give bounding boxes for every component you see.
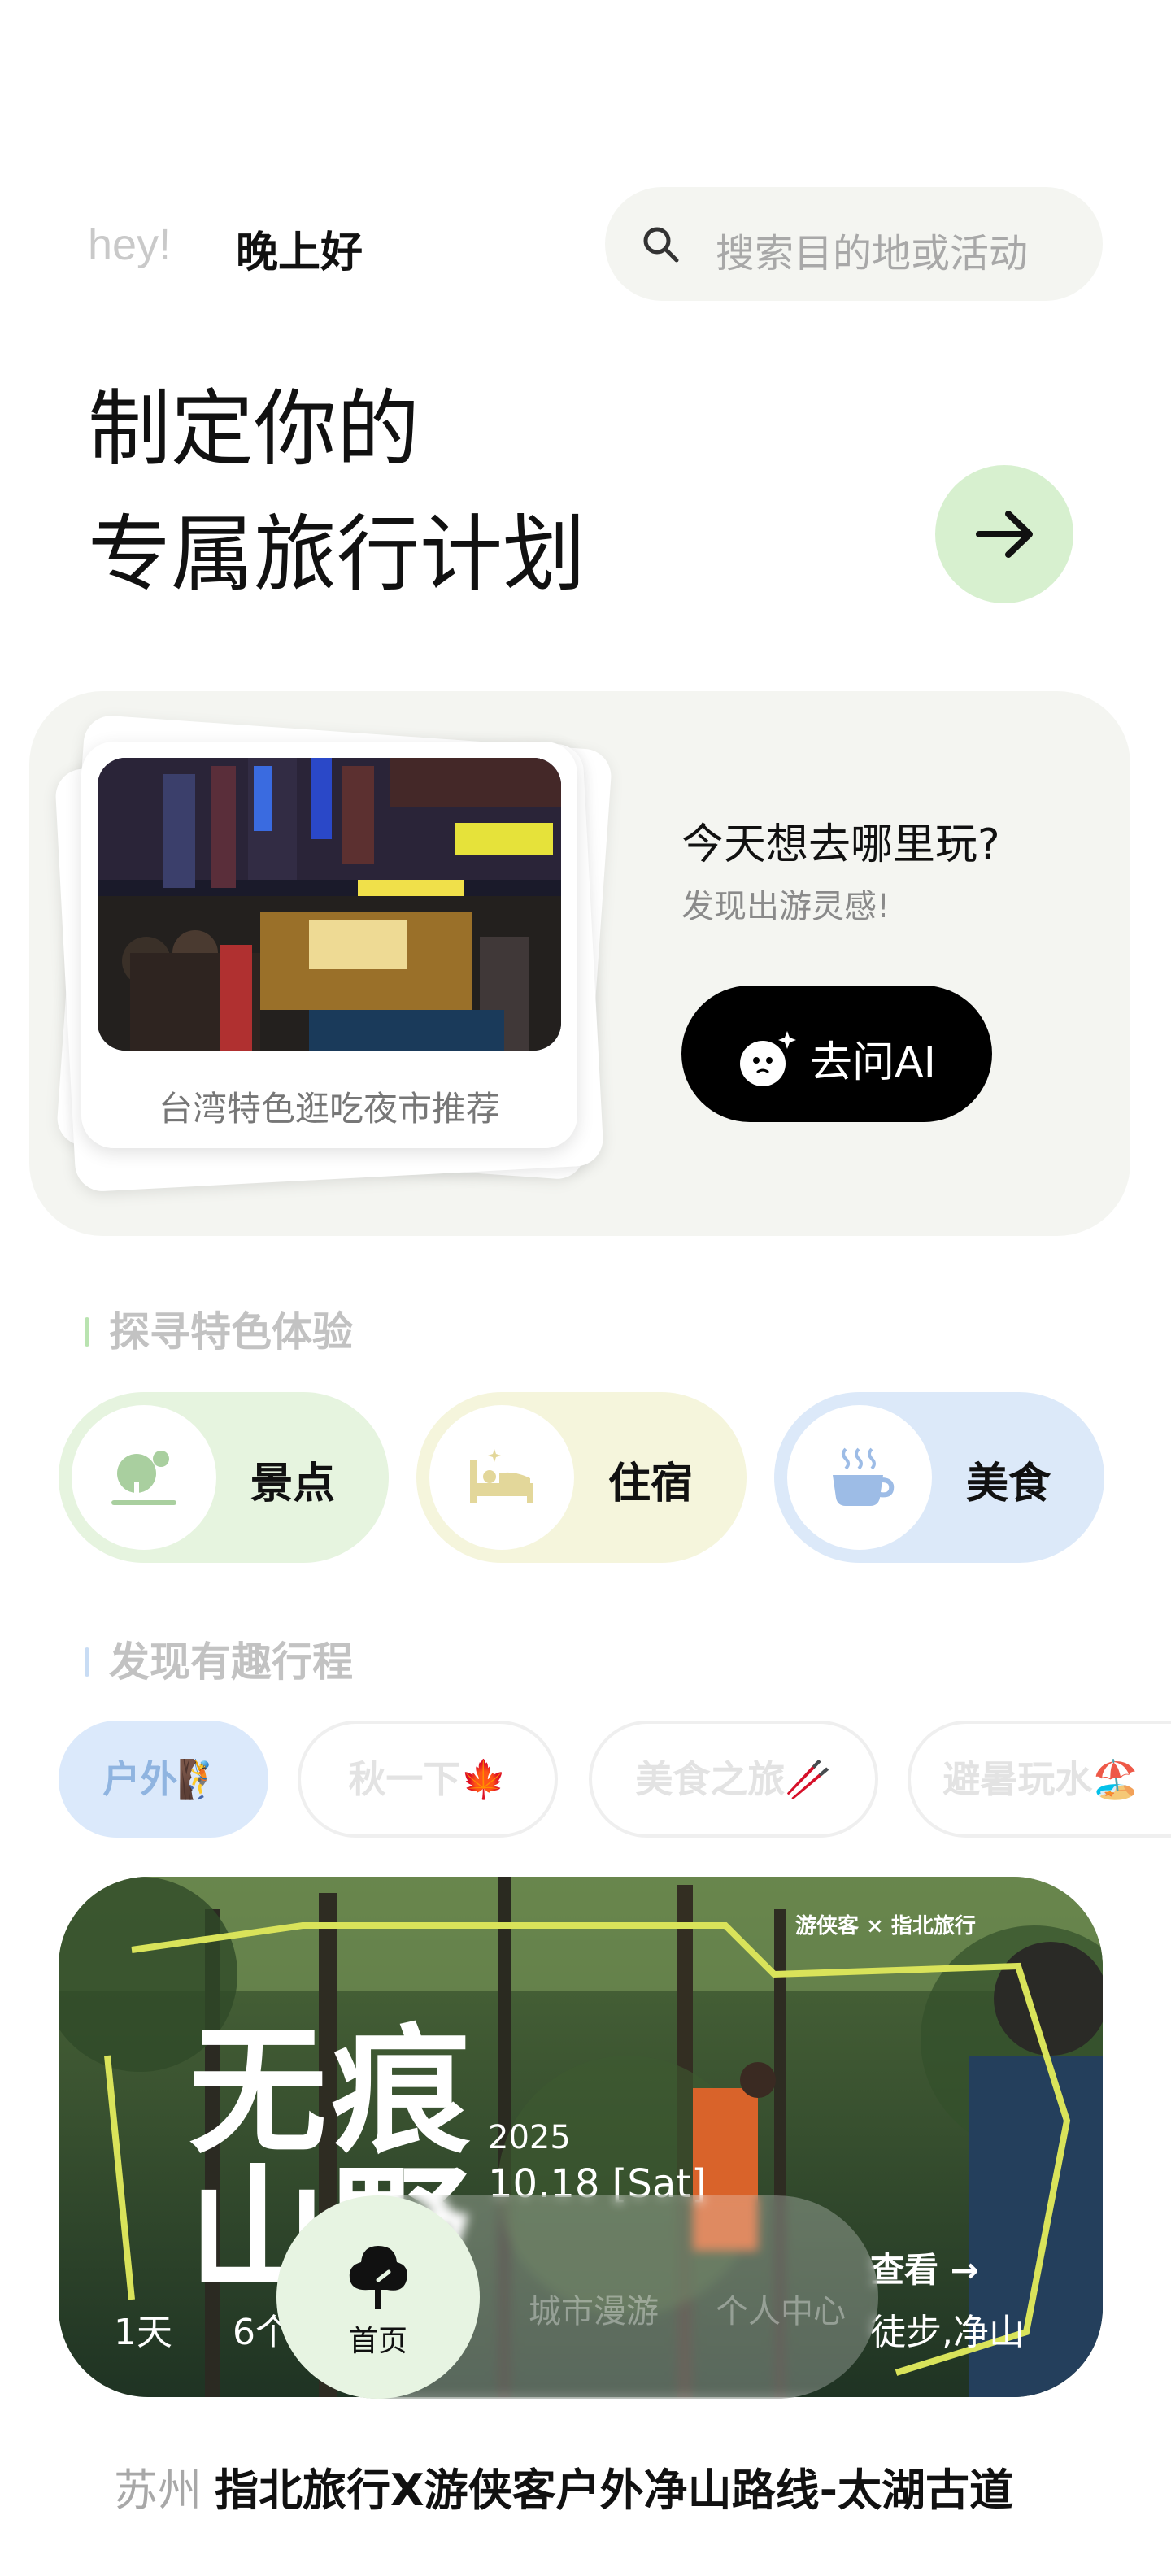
- featured-itinerary-title[interactable]: 苏州 指北旅行X游侠客户外净山路线-太湖古道: [114, 2454, 1013, 2518]
- tree-icon: [349, 2246, 407, 2309]
- section-title-text: 发现有趣行程: [109, 1638, 353, 1686]
- hero-line-1: 制定你的: [88, 381, 420, 478]
- chip-summer-water[interactable]: 避暑玩水🏖️: [908, 1721, 1171, 1838]
- category-icon-circle: [72, 1405, 216, 1550]
- category-icon-circle: [429, 1405, 574, 1550]
- ai-subtitle: 发现出游灵感!: [681, 888, 890, 925]
- search-icon: [643, 227, 679, 263]
- coffee-icon: [833, 1447, 895, 1506]
- greeting-text: 晚上好: [236, 228, 363, 277]
- nav-home[interactable]: 首页: [276, 2195, 480, 2399]
- bed-icon: [470, 1449, 533, 1503]
- ai-question: 今天想去哪里玩?: [681, 820, 1000, 869]
- hero-title: 制定你的 专属旅行计划: [88, 368, 586, 618]
- banner-tags: 徒步,净山: [870, 2312, 1025, 2353]
- nav-home-label: 首页: [348, 2325, 407, 2358]
- category-icon-circle: [787, 1405, 932, 1550]
- nav-profile[interactable]: 个人中心: [716, 2285, 846, 2332]
- ai-face-icon: [740, 1031, 796, 1086]
- section-accent-bar: [85, 1647, 89, 1677]
- banner-brand: 游侠客 × 指北旅行: [795, 1914, 976, 1939]
- nav-city-walk[interactable]: 城市漫游: [529, 2285, 659, 2332]
- section-accent-bar: [85, 1316, 89, 1347]
- featured-name: 指北旅行X游侠客户外净山路线-太湖古道: [215, 2465, 1014, 2516]
- category-label: 住宿: [608, 1460, 694, 1508]
- section-title-text: 探寻特色体验: [109, 1308, 353, 1355]
- night-market-image: [98, 758, 561, 1051]
- section-title-itinerary: 发现有趣行程: [85, 1630, 353, 1688]
- arrow-right-icon: [976, 511, 1033, 558]
- chip-food-trip[interactable]: 美食之旅🥢: [589, 1721, 878, 1838]
- start-plan-button[interactable]: [935, 465, 1073, 603]
- photo-caption: 台湾特色逛吃夜市推荐: [158, 1089, 500, 1129]
- category-attractions[interactable]: 景点: [59, 1392, 389, 1563]
- ask-ai-button[interactable]: 去问AI: [681, 986, 992, 1122]
- hey-label: hey!: [88, 220, 172, 269]
- category-lodging[interactable]: 住宿: [416, 1392, 747, 1563]
- chip-autumn[interactable]: 秋一下🍁: [298, 1721, 558, 1838]
- banner-view-link[interactable]: 查看 →: [870, 2243, 979, 2292]
- category-label: 美食: [966, 1460, 1051, 1508]
- banner-days: 1天: [114, 2312, 172, 2353]
- ask-ai-label: 去问AI: [810, 1038, 936, 1087]
- search-bar[interactable]: 搜索目的地或活动: [605, 187, 1103, 301]
- category-food[interactable]: 美食: [774, 1392, 1104, 1563]
- featured-city: 苏州: [114, 2465, 202, 2516]
- banner-year: 2025: [488, 2119, 571, 2156]
- category-label: 景点: [250, 1460, 336, 1508]
- hero-line-2: 专属旅行计划: [88, 507, 586, 603]
- search-placeholder: 搜索目的地或活动: [716, 231, 1029, 276]
- banner-title-1: 无痕: [189, 2012, 476, 2173]
- section-title-experience: 探寻特色体验: [85, 1299, 353, 1358]
- inspiration-photo-card[interactable]: 台湾特色逛吃夜市推荐: [81, 742, 577, 1148]
- tree-icon: [111, 1451, 176, 1505]
- chip-outdoor[interactable]: 户外🧗: [59, 1721, 268, 1838]
